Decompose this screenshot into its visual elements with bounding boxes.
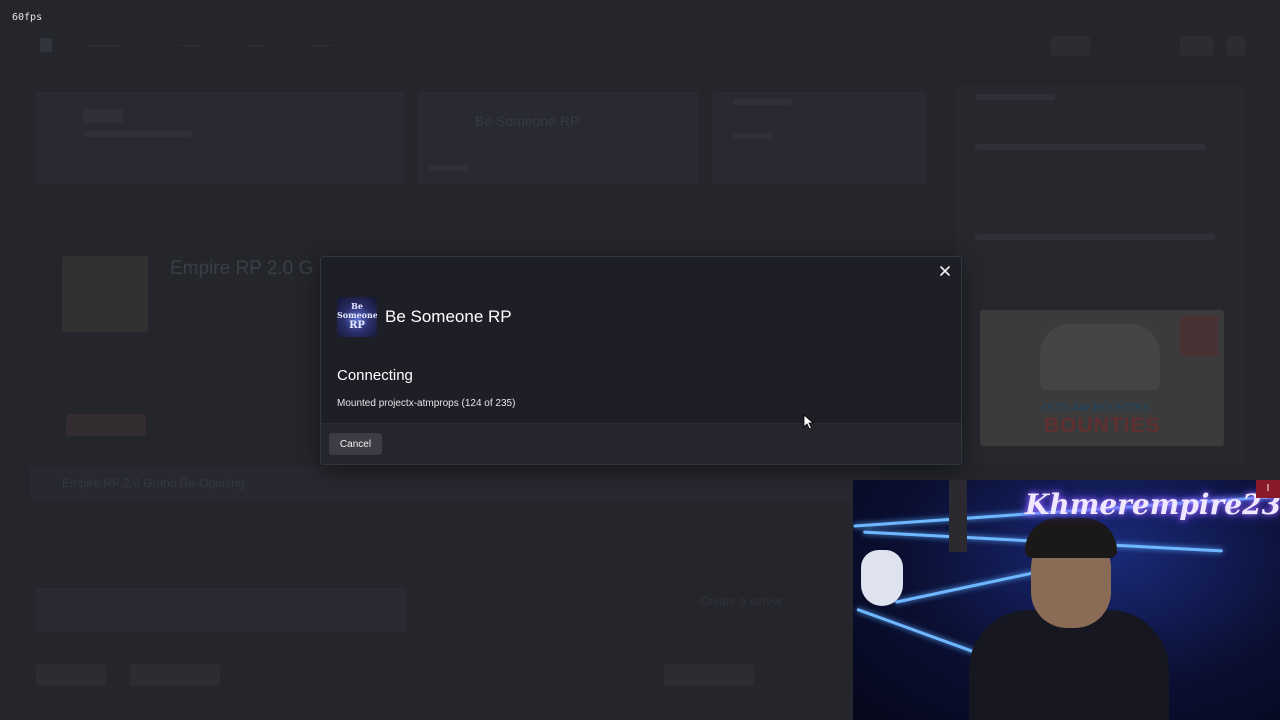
connecting-dialog: Be Someone RP Be Someone RP Connecting M… (320, 256, 962, 465)
streamer-hair (1025, 518, 1117, 558)
server-logo-icon: Be Someone RP (337, 297, 377, 337)
server-header: Be Someone RP Be Someone RP (337, 297, 512, 337)
connection-state: Connecting (337, 367, 413, 384)
mask-decoration (861, 550, 903, 606)
recording-tag: I (1256, 480, 1280, 498)
cancel-button[interactable]: Cancel (329, 433, 382, 455)
mouse-cursor-icon (803, 414, 815, 430)
neon-sign-text: Khmerempire23 (1025, 488, 1280, 521)
server-name: Be Someone RP (385, 307, 512, 326)
connection-detail: Mounted projectx-atmprops (124 of 235) (337, 398, 516, 409)
close-icon (940, 266, 950, 276)
webcam-overlay: Khmerempire23 I (853, 480, 1280, 720)
dialog-footer: Cancel (321, 423, 961, 464)
microphone (949, 480, 967, 552)
close-button[interactable] (937, 263, 953, 279)
fps-counter: 60fps (12, 12, 43, 23)
